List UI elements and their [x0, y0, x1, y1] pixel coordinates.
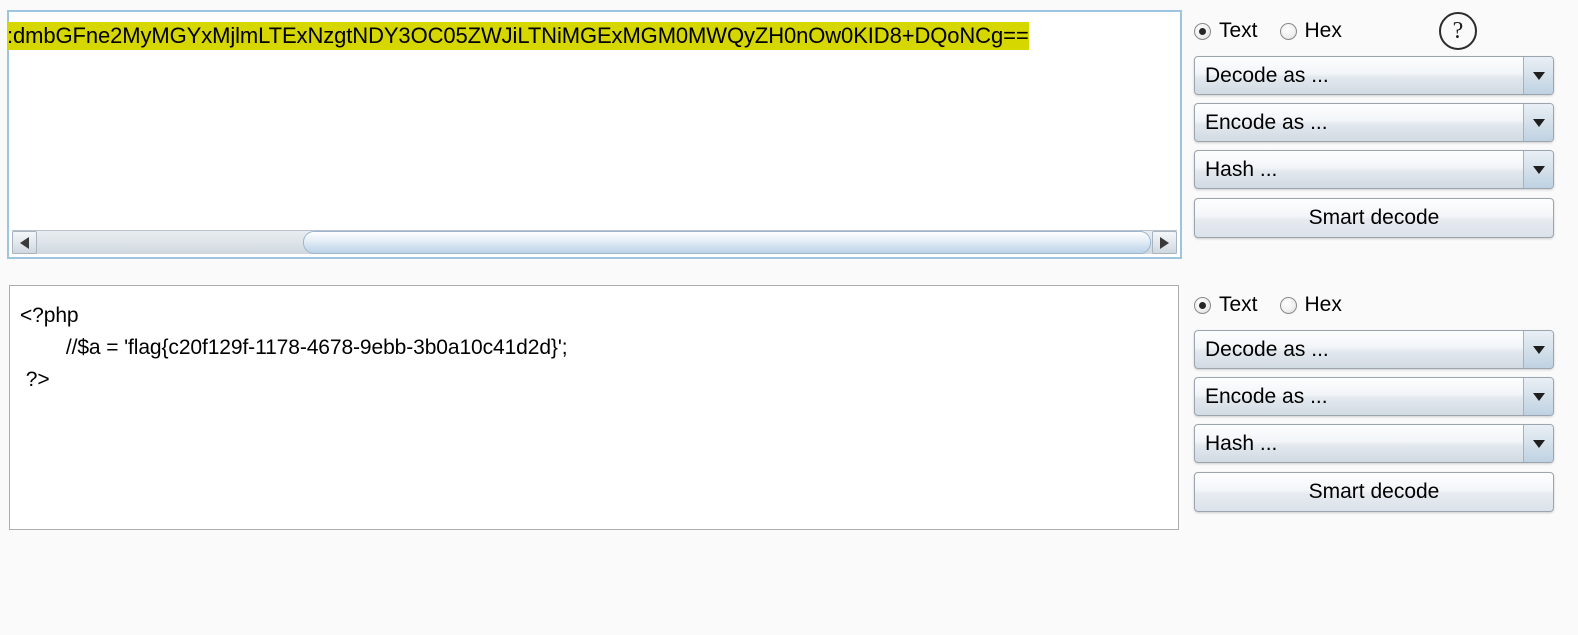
radio-selected-icon[interactable]	[1194, 296, 1211, 314]
chevron-down-icon[interactable]	[1523, 378, 1553, 415]
help-question-icon[interactable]: ?	[1439, 12, 1477, 50]
input-hash-dropdown[interactable]: Hash ...	[1194, 150, 1554, 189]
chevron-down-icon[interactable]	[1523, 151, 1553, 188]
chevron-down-icon[interactable]	[1523, 104, 1553, 141]
output-encode-as-label: Encode as ...	[1205, 384, 1328, 408]
input-radio-text[interactable]: Text	[1194, 19, 1258, 43]
highlighted-selection[interactable]: :dmbGFne2MyMGYxMjlmLTExNzgtNDY3OC05ZWJiL…	[7, 22, 1029, 50]
output-decoded-text[interactable]: <?php //$a = 'flag{c20f129f-1178-4678-9e…	[20, 300, 1178, 396]
output-hash-dropdown[interactable]: Hash ...	[1194, 424, 1554, 463]
input-radio-hex-label: Hex	[1304, 19, 1342, 42]
output-textarea-panel[interactable]: <?php //$a = 'flag{c20f129f-1178-4678-9e…	[9, 285, 1179, 530]
chevron-down-icon[interactable]	[1523, 425, 1553, 462]
decoder-app: :dmbGFne2MyMGYxMjlmLTExNzgtNDY3OC05ZWJiL…	[0, 0, 1578, 635]
output-radio-hex-label: Hex	[1304, 293, 1342, 316]
input-textarea-panel[interactable]: :dmbGFne2MyMGYxMjlmLTExNzgtNDY3OC05ZWJiL…	[7, 10, 1182, 259]
triangle-down-glyph	[1532, 118, 1545, 127]
output-controls-column: Text Hex Decode as ... Encode as ... Has…	[1194, 288, 1554, 512]
input-smart-decode-label: Smart decode	[1308, 206, 1440, 229]
scroll-thumb[interactable]	[303, 231, 1151, 254]
input-radio-hex[interactable]: Hex	[1279, 19, 1342, 43]
output-decode-as-label: Decode as ...	[1205, 337, 1329, 361]
input-decode-as-label: Decode as ...	[1205, 63, 1329, 87]
output-encode-as-dropdown[interactable]: Encode as ...	[1194, 377, 1554, 416]
output-radio-text[interactable]: Text	[1194, 293, 1258, 317]
scroll-track[interactable]	[38, 231, 1151, 254]
input-smart-decode-button[interactable]: Smart decode	[1194, 198, 1554, 238]
scroll-right-arrow-button[interactable]	[1152, 231, 1177, 254]
output-smart-decode-button[interactable]: Smart decode	[1194, 472, 1554, 512]
output-radio-text-label: Text	[1219, 293, 1258, 316]
triangle-down-glyph	[1532, 71, 1545, 80]
output-decode-as-dropdown[interactable]: Decode as ...	[1194, 330, 1554, 369]
radio-unselected-icon[interactable]	[1279, 296, 1297, 314]
triangle-down-glyph	[1532, 439, 1545, 448]
input-radio-text-label: Text	[1219, 19, 1258, 42]
input-hash-label: Hash ...	[1205, 157, 1278, 181]
triangle-down-glyph	[1532, 392, 1545, 401]
input-decode-as-dropdown[interactable]: Decode as ...	[1194, 56, 1554, 95]
input-format-radio-group: Text Hex ?	[1194, 12, 1554, 50]
radio-unselected-icon[interactable]	[1279, 22, 1297, 40]
output-smart-decode-label: Smart decode	[1308, 480, 1440, 503]
chevron-down-icon[interactable]	[1523, 331, 1553, 368]
output-hash-label: Hash ...	[1205, 431, 1278, 455]
input-controls-column: Text Hex ? Decode as ... Encode as ... H…	[1194, 12, 1554, 238]
help-icon-glyph: ?	[1452, 17, 1464, 44]
input-encoded-text[interactable]: :dmbGFne2MyMGYxMjlmLTExNzgtNDY3OC05ZWJiL…	[7, 20, 1180, 51]
output-format-radio-group: Text Hex	[1194, 288, 1554, 322]
triangle-left-icon	[20, 236, 29, 249]
input-encode-as-dropdown[interactable]: Encode as ...	[1194, 103, 1554, 142]
scroll-left-arrow-button[interactable]	[12, 231, 37, 254]
triangle-down-glyph	[1532, 165, 1545, 174]
triangle-down-glyph	[1532, 345, 1545, 354]
output-radio-hex[interactable]: Hex	[1279, 293, 1342, 317]
radio-selected-icon[interactable]	[1194, 22, 1211, 40]
input-horizontal-scrollbar[interactable]	[12, 230, 1177, 254]
chevron-down-icon[interactable]	[1523, 57, 1553, 94]
triangle-right-icon	[1160, 236, 1169, 249]
input-encode-as-label: Encode as ...	[1205, 110, 1328, 134]
